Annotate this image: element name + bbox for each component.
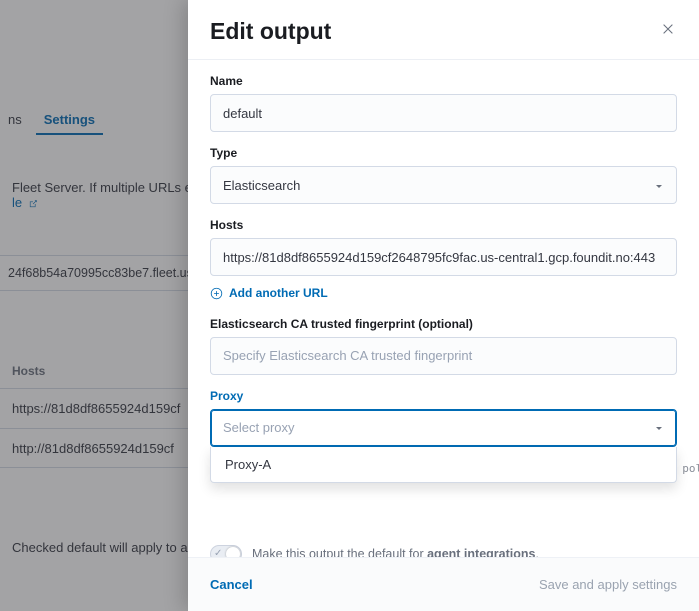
proxy-option-a[interactable]: Proxy-A bbox=[211, 447, 676, 482]
fingerprint-input[interactable] bbox=[210, 337, 677, 375]
name-label: Name bbox=[210, 74, 677, 88]
check-icon: ✓ bbox=[214, 548, 222, 558]
flyout-header: Edit output bbox=[188, 0, 699, 60]
fingerprint-group: Elasticsearch CA trusted fingerprint (op… bbox=[210, 317, 677, 375]
hosts-input[interactable] bbox=[210, 238, 677, 276]
proxy-label: Proxy bbox=[210, 389, 677, 403]
plus-circle-icon bbox=[210, 287, 223, 300]
type-select-wrap bbox=[210, 166, 677, 204]
edit-output-flyout: Edit output Name Type Hosts Add another bbox=[188, 0, 699, 611]
name-group: Name bbox=[210, 74, 677, 132]
add-another-url-button[interactable]: Add another URL bbox=[210, 286, 328, 300]
proxy-select-wrap bbox=[210, 409, 677, 447]
close-icon bbox=[661, 22, 675, 36]
toggle1-pre: Make this output the default for bbox=[252, 547, 427, 558]
toggle-agent-integrations[interactable]: ✓ bbox=[210, 545, 242, 558]
toggle1-post: . bbox=[535, 547, 538, 558]
flyout-footer: Cancel Save and apply settings bbox=[188, 557, 699, 611]
toggle1-bold: agent integrations bbox=[427, 547, 535, 558]
hosts-label: Hosts bbox=[210, 218, 677, 232]
proxy-dropdown: Proxy-A bbox=[210, 447, 677, 483]
save-and-apply-button[interactable]: Save and apply settings bbox=[539, 577, 677, 592]
toggle1-text: Make this output the default for agent i… bbox=[252, 547, 539, 558]
proxy-select[interactable] bbox=[210, 409, 677, 447]
add-url-label: Add another URL bbox=[229, 286, 328, 300]
hosts-group: Hosts Add another URL bbox=[210, 218, 677, 303]
flyout-body: Name Type Hosts Add another URL Elastics… bbox=[188, 60, 699, 557]
type-group: Type bbox=[210, 146, 677, 204]
toggle-knob bbox=[226, 547, 240, 558]
proxy-group: Proxy bbox=[210, 389, 677, 447]
name-input[interactable] bbox=[210, 94, 677, 132]
close-button[interactable] bbox=[659, 18, 677, 38]
type-select[interactable] bbox=[210, 166, 677, 204]
toggle-agent-integrations-row: ✓ Make this output the default for agent… bbox=[210, 545, 677, 558]
flyout-title: Edit output bbox=[210, 18, 331, 45]
cancel-button[interactable]: Cancel bbox=[210, 577, 253, 592]
fingerprint-label: Elasticsearch CA trusted fingerprint (op… bbox=[210, 317, 677, 331]
type-label: Type bbox=[210, 146, 677, 160]
